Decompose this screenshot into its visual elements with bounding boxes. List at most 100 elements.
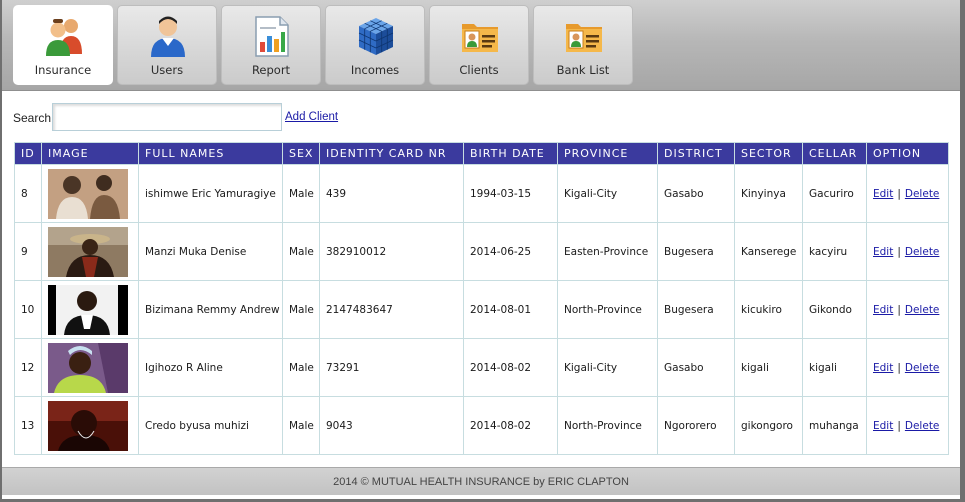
client-photo bbox=[48, 400, 128, 451]
cell-identity-card: 2147483647 bbox=[319, 280, 464, 339]
cell-province: Easten-Province bbox=[557, 222, 658, 281]
edit-link[interactable]: Edit bbox=[873, 188, 893, 200]
cell-full-name: ishimwe Eric Yamuragiye bbox=[138, 164, 283, 223]
delete-link[interactable]: Delete bbox=[905, 304, 940, 316]
tab-label: Clients bbox=[459, 63, 499, 77]
contact-card-icon bbox=[564, 14, 604, 58]
contact-card-icon bbox=[460, 14, 500, 58]
cell-province: Kigali-City bbox=[557, 338, 658, 397]
tab-label: Incomes bbox=[350, 63, 400, 77]
add-client-link[interactable]: Add Client bbox=[285, 111, 338, 123]
cell-sex: Male bbox=[282, 338, 320, 397]
cell-option: Edit | Delete bbox=[866, 164, 949, 223]
cell-option: Edit | Delete bbox=[866, 222, 949, 281]
cell-sector: kicukiro bbox=[734, 280, 803, 339]
cell-sector: kigali bbox=[734, 338, 803, 397]
edit-link[interactable]: Edit bbox=[873, 304, 893, 316]
table-row: 10 Bizimana Remmy Andrew Male 2147483647… bbox=[14, 280, 949, 339]
option-separator: | bbox=[897, 361, 901, 374]
cell-identity-card: 382910012 bbox=[319, 222, 464, 281]
column-header: FULL NAMES bbox=[138, 142, 283, 165]
cell-sex: Male bbox=[282, 164, 320, 223]
tab-incomes[interactable]: Incomes bbox=[325, 5, 425, 85]
column-header: CELLAR bbox=[802, 142, 867, 165]
search-bar: Search Add Client bbox=[13, 103, 413, 131]
app-window: Insurance Users Report Incomes Clients B… bbox=[2, 0, 960, 499]
edit-link[interactable]: Edit bbox=[873, 246, 893, 258]
table-row: 12 Igihozo R Aline Male 73291 2014-08-02… bbox=[14, 338, 949, 397]
column-header: SEX bbox=[282, 142, 320, 165]
cell-cellar: kigali bbox=[802, 338, 867, 397]
cell-cellar: muhanga bbox=[802, 396, 867, 455]
cell-province: North-Province bbox=[557, 280, 658, 339]
column-header: ID bbox=[14, 142, 42, 165]
cell-birth-date: 2014-08-02 bbox=[463, 396, 558, 455]
tab-label: Insurance bbox=[34, 63, 92, 77]
tab-report[interactable]: Report bbox=[221, 5, 321, 85]
column-header: PROVINCE bbox=[557, 142, 658, 165]
search-input[interactable] bbox=[52, 103, 282, 131]
cell-full-name: Bizimana Remmy Andrew bbox=[138, 280, 283, 339]
cell-image bbox=[41, 396, 139, 455]
option-separator: | bbox=[897, 303, 901, 316]
cell-birth-date: 2014-08-02 bbox=[463, 338, 558, 397]
cell-image bbox=[41, 222, 139, 281]
cell-identity-card: 73291 bbox=[319, 338, 464, 397]
column-header: SECTOR bbox=[734, 142, 803, 165]
cell-district: Gasabo bbox=[657, 164, 735, 223]
cell-option: Edit | Delete bbox=[866, 280, 949, 339]
client-photo bbox=[48, 226, 128, 277]
cell-image bbox=[41, 338, 139, 397]
people-group-icon bbox=[44, 14, 84, 58]
cell-id: 12 bbox=[14, 338, 42, 397]
tab-clients[interactable]: Clients bbox=[429, 5, 529, 85]
edit-link[interactable]: Edit bbox=[873, 362, 893, 374]
client-photo bbox=[48, 342, 128, 393]
tab-bank-list[interactable]: Bank List bbox=[533, 5, 633, 85]
delete-link[interactable]: Delete bbox=[905, 188, 940, 200]
cell-cellar: Gacuriro bbox=[802, 164, 867, 223]
search-label: Search bbox=[13, 111, 52, 125]
cell-cellar: Gikondo bbox=[802, 280, 867, 339]
user-icon bbox=[148, 14, 188, 58]
table-row: 8 ishimwe Eric Yamuragiye Male 439 1994-… bbox=[14, 164, 949, 223]
delete-link[interactable]: Delete bbox=[905, 362, 940, 374]
report-chart-icon bbox=[252, 14, 292, 58]
client-photo bbox=[48, 284, 128, 335]
table-row: 9 Manzi Muka Denise Male 382910012 2014-… bbox=[14, 222, 949, 281]
tab-users[interactable]: Users bbox=[117, 5, 217, 85]
cell-district: Bugesera bbox=[657, 280, 735, 339]
cell-birth-date: 1994-03-15 bbox=[463, 164, 558, 223]
column-header: IDENTITY CARD NR bbox=[319, 142, 464, 165]
cell-id: 9 bbox=[14, 222, 42, 281]
cell-option: Edit | Delete bbox=[866, 396, 949, 455]
cube-grid-icon bbox=[356, 14, 396, 58]
cell-id: 10 bbox=[14, 280, 42, 339]
cell-image bbox=[41, 280, 139, 339]
cell-birth-date: 2014-08-01 bbox=[463, 280, 558, 339]
option-separator: | bbox=[897, 419, 901, 432]
cell-province: Kigali-City bbox=[557, 164, 658, 223]
cell-sector: Kanserege bbox=[734, 222, 803, 281]
cell-full-name: Credo byusa muhizi bbox=[138, 396, 283, 455]
delete-link[interactable]: Delete bbox=[905, 420, 940, 432]
cell-sex: Male bbox=[282, 396, 320, 455]
option-separator: | bbox=[897, 187, 901, 200]
cell-sex: Male bbox=[282, 280, 320, 339]
cell-identity-card: 9043 bbox=[319, 396, 464, 455]
footer: 2014 © MUTUAL HEALTH INSURANCE by ERIC C… bbox=[2, 467, 960, 495]
cell-district: Gasabo bbox=[657, 338, 735, 397]
column-header: OPTION bbox=[866, 142, 949, 165]
edit-link[interactable]: Edit bbox=[873, 420, 893, 432]
cell-full-name: Igihozo R Aline bbox=[138, 338, 283, 397]
cell-option: Edit | Delete bbox=[866, 338, 949, 397]
cell-sector: Kinyinya bbox=[734, 164, 803, 223]
tab-label: Users bbox=[150, 63, 184, 77]
cell-birth-date: 2014-06-25 bbox=[463, 222, 558, 281]
tab-insurance[interactable]: Insurance bbox=[13, 5, 113, 85]
cell-district: Bugesera bbox=[657, 222, 735, 281]
cell-id: 8 bbox=[14, 164, 42, 223]
column-header: IMAGE bbox=[41, 142, 139, 165]
cell-image bbox=[41, 164, 139, 223]
delete-link[interactable]: Delete bbox=[905, 246, 940, 258]
